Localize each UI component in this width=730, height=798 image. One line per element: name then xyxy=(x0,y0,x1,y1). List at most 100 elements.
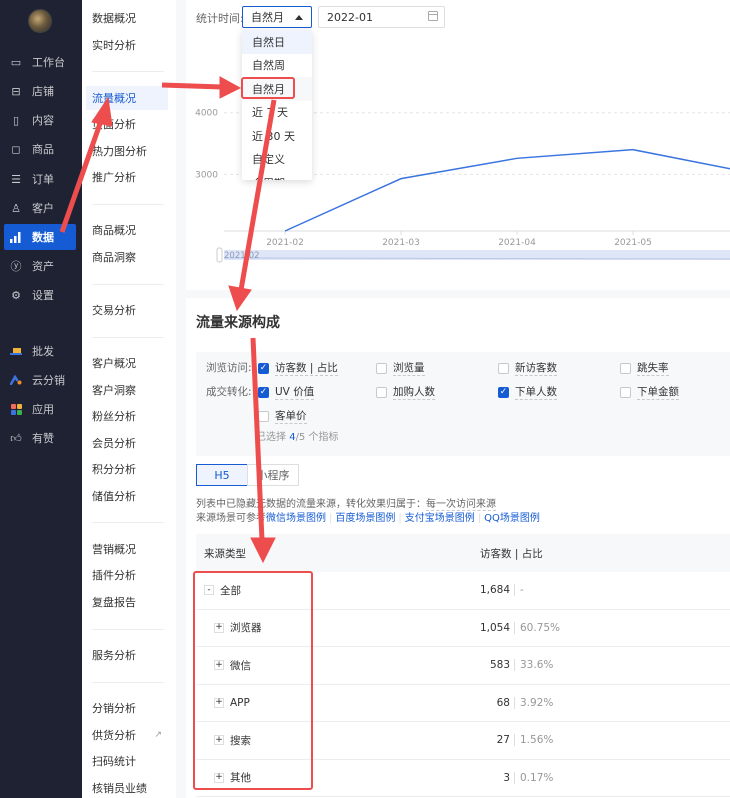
subnav-realtime[interactable]: 实时分析 xyxy=(86,33,168,57)
nav-wholesale[interactable]: 批发 xyxy=(4,338,76,364)
tab-h5[interactable]: H5 xyxy=(196,464,248,486)
subnav-service[interactable]: 服务分析 xyxy=(86,643,168,667)
nav-settings[interactable]: ⚙ 设置 xyxy=(4,282,76,308)
subnav-plugins[interactable]: 插件分析 xyxy=(86,563,168,587)
y-tick-label: 4000 xyxy=(195,109,218,119)
nav-customer[interactable]: ♙ 客户 xyxy=(4,195,76,221)
separator xyxy=(514,734,515,747)
checkbox[interactable]: ✓ xyxy=(258,362,269,374)
nav-apps[interactable]: 应用 xyxy=(4,396,76,422)
subnav-review-report[interactable]: 复盘报告 xyxy=(86,590,168,614)
separator: | xyxy=(477,513,482,524)
link-wechat-scenes[interactable]: 微信场景图例 xyxy=(266,513,326,524)
nav-store[interactable]: ⊟ 店铺 xyxy=(4,78,76,104)
metric-order-users[interactable]: ✓ 下单人数 xyxy=(498,384,557,400)
visitor-count: 1,684 xyxy=(479,584,510,597)
subnav-promotion[interactable]: 推广分析 xyxy=(86,165,168,189)
period-option-custom[interactable]: 自定义 xyxy=(242,148,312,172)
tab-mini-program[interactable]: 小程序 xyxy=(247,464,299,486)
visitor-share: 60.75% xyxy=(520,621,561,634)
metric-bounce-rate[interactable]: 跳失率 xyxy=(620,360,669,376)
nav-data[interactable]: 数据 xyxy=(4,224,76,250)
subnav-traffic-overview[interactable]: 流量概况 xyxy=(86,86,168,110)
content-icon: ▯ xyxy=(12,113,20,127)
nav-youzan[interactable]: 👍︎ 有赞 xyxy=(4,425,76,451)
metric-group-label: 浏览访问: xyxy=(206,362,252,374)
period-option-day[interactable]: 自然日 xyxy=(242,30,312,54)
nav-label: 数据 xyxy=(32,231,54,244)
nav-asset[interactable]: ⓨ 资产 xyxy=(4,253,76,279)
subnav-supply[interactable]: 供货分析 ↗ xyxy=(86,723,168,747)
checkbox[interactable] xyxy=(376,362,387,374)
period-option-all[interactable]: 全周期 xyxy=(242,171,312,180)
subnav-marketing[interactable]: 营销概况 xyxy=(86,537,168,561)
period-option-week[interactable]: 自然周 xyxy=(242,54,312,78)
metric-order-amount[interactable]: 下单金额 xyxy=(620,384,679,400)
checkbox[interactable] xyxy=(620,362,631,374)
metric-uv-value[interactable]: ✓ UV 价值 xyxy=(258,384,315,400)
subnav-stored-value[interactable]: 储值分析 xyxy=(86,484,168,508)
subnav-customer-insight[interactable]: 客户洞察 xyxy=(86,378,168,402)
subnav-heatmap[interactable]: 热力图分析 xyxy=(86,139,168,163)
date-picker[interactable]: 2022-01 xyxy=(318,6,445,28)
order-icon: ☰ xyxy=(11,172,21,186)
metric-selector: 浏览访问: ✓ 访客数 | 占比 浏览量 新访客数 跳失率 成交转化: ✓ UV 价… xyxy=(196,352,730,456)
subnav-distribution[interactable]: 分销分析 xyxy=(86,696,168,720)
goods-icon: ◻ xyxy=(11,142,21,156)
nav-label: 有赞 xyxy=(32,432,54,445)
shop-avatar[interactable] xyxy=(28,9,52,33)
nav-content[interactable]: ▯ 内容 xyxy=(4,107,76,133)
metric-add-cart[interactable]: 加购人数 xyxy=(376,384,435,400)
subnav-scan-stats[interactable]: 扫码统计 xyxy=(86,749,168,773)
checkbox[interactable] xyxy=(376,386,387,398)
subnav-goods-insight[interactable]: 商品洞察 xyxy=(86,245,168,269)
period-option-30days[interactable]: 近 30 天 xyxy=(242,124,312,148)
note-text: 来源场景可参考 xyxy=(196,513,266,524)
separator xyxy=(514,696,515,709)
visitor-count: 68 xyxy=(496,696,510,709)
period-option-7days[interactable]: 近 7 天 xyxy=(242,101,312,125)
link-qq-scenes[interactable]: QQ场景图例 xyxy=(484,513,540,524)
annotation-box-month-option xyxy=(241,77,295,99)
nav-cloud-distribution[interactable]: 云分销 xyxy=(4,367,76,393)
subnav-label: 页面分析 xyxy=(92,118,136,131)
link-alipay-scenes[interactable]: 支付宝场景图例 xyxy=(405,513,475,524)
visitor-share: - xyxy=(520,584,524,597)
nav-label: 设置 xyxy=(32,289,54,302)
y-tick-label: 3000 xyxy=(195,170,218,180)
nav-workbench[interactable]: ▭ 工作台 xyxy=(4,49,76,75)
subnav-customer-overview[interactable]: 客户概况 xyxy=(86,351,168,375)
checkbox[interactable]: ✓ xyxy=(258,386,269,398)
metric-pageviews[interactable]: 浏览量 xyxy=(376,360,425,376)
link-baidu-scenes[interactable]: 百度场景图例 xyxy=(335,513,395,524)
checkbox[interactable] xyxy=(258,410,269,422)
subnav-label: 粉丝分析 xyxy=(92,410,136,423)
subnav-trade[interactable]: 交易分析 xyxy=(86,298,168,322)
nav-goods[interactable]: ◻ 商品 xyxy=(4,136,76,162)
metric-visitors[interactable]: ✓ 访客数 | 占比 xyxy=(258,360,338,376)
visitor-count: 27 xyxy=(496,734,510,747)
subnav-label: 商品概况 xyxy=(92,224,136,237)
subnav-goods-overview[interactable]: 商品概况 xyxy=(86,218,168,242)
metric-new-visitors[interactable]: 新访客数 xyxy=(498,360,557,376)
store-icon: ⊟ xyxy=(11,84,21,98)
subnav-points[interactable]: 积分分析 xyxy=(86,457,168,481)
subnav-verifier-performance[interactable]: 核销员业绩 xyxy=(86,776,168,798)
nav-label: 订单 xyxy=(32,173,54,186)
subnav-data-overview[interactable]: 数据概况 xyxy=(86,6,168,30)
x-tick-label: 2021-04 xyxy=(498,238,536,248)
selected-suffix: /5 个指标 xyxy=(295,432,339,443)
metric-avg-order[interactable]: 客单价 xyxy=(258,408,307,424)
secondary-sidebar: 数据概况 实时分析 流量概况 页面分析 热力图分析 推广分析 商品概况 商品洞察… xyxy=(82,0,176,798)
nav-order[interactable]: ☰ 订单 xyxy=(4,166,76,192)
checkbox[interactable] xyxy=(620,386,631,398)
checkbox[interactable]: ✓ xyxy=(498,386,509,398)
checkbox[interactable] xyxy=(498,362,509,374)
nav-label: 内容 xyxy=(32,114,54,127)
subnav-page-analysis[interactable]: 页面分析 xyxy=(86,112,168,136)
table-header: 来源类型 访客数 | 占比 xyxy=(196,534,730,572)
visitor-share: 0.17% xyxy=(520,771,554,784)
subnav-fans[interactable]: 粉丝分析 xyxy=(86,404,168,428)
period-select[interactable]: 自然月 xyxy=(242,6,312,28)
subnav-member[interactable]: 会员分析 xyxy=(86,431,168,455)
